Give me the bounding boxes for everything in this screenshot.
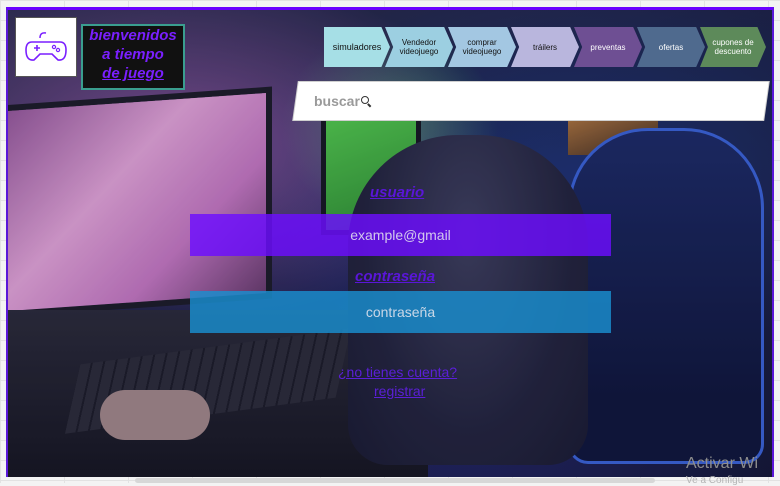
windows-activation-subtext: Ve a Configu bbox=[686, 475, 744, 486]
search-bar[interactable]: buscar bbox=[293, 82, 769, 120]
search-icon[interactable] bbox=[361, 96, 372, 107]
password-label: contraseña bbox=[355, 268, 436, 285]
search-input[interactable]: buscar bbox=[314, 93, 360, 109]
page-frame: bienvenidos a tiempo de juego simuladore… bbox=[6, 7, 774, 477]
nav-item-ofertas[interactable]: ofertas bbox=[637, 27, 705, 67]
nav-item-vendedor-videojuego[interactable]: Vendedor videojuego bbox=[385, 27, 453, 67]
brand-line-3: de juego bbox=[102, 65, 164, 82]
nav-item-simuladores[interactable]: simuladores bbox=[324, 27, 390, 67]
email-field[interactable] bbox=[190, 214, 611, 256]
brand-title: bienvenidos a tiempo de juego bbox=[81, 24, 185, 90]
gamepad-icon bbox=[25, 32, 67, 61]
user-label: usuario bbox=[370, 184, 425, 201]
no-account-link[interactable]: ¿no tienes cuenta? bbox=[338, 364, 457, 380]
password-field[interactable] bbox=[190, 291, 611, 333]
logo[interactable] bbox=[15, 17, 77, 77]
register-link[interactable]: registrar bbox=[374, 383, 425, 399]
nav-item-preventas[interactable]: preventas bbox=[574, 27, 642, 67]
nav-item-comprar-videojuego[interactable]: comprar videojuego bbox=[448, 27, 516, 67]
main-nav: simuladores Vendedor videojuego comprar … bbox=[324, 27, 766, 67]
brand-line-2: a tiempo bbox=[102, 46, 164, 63]
horizontal-scrollbar[interactable] bbox=[135, 478, 655, 483]
nav-item-cupones-de-descuento[interactable]: cupones de descuento bbox=[700, 27, 766, 67]
nav-item-trailers[interactable]: tráilers bbox=[511, 27, 579, 67]
brand-line-1: bienvenidos bbox=[89, 27, 177, 44]
windows-activation-watermark: Activar Wi bbox=[686, 455, 758, 472]
